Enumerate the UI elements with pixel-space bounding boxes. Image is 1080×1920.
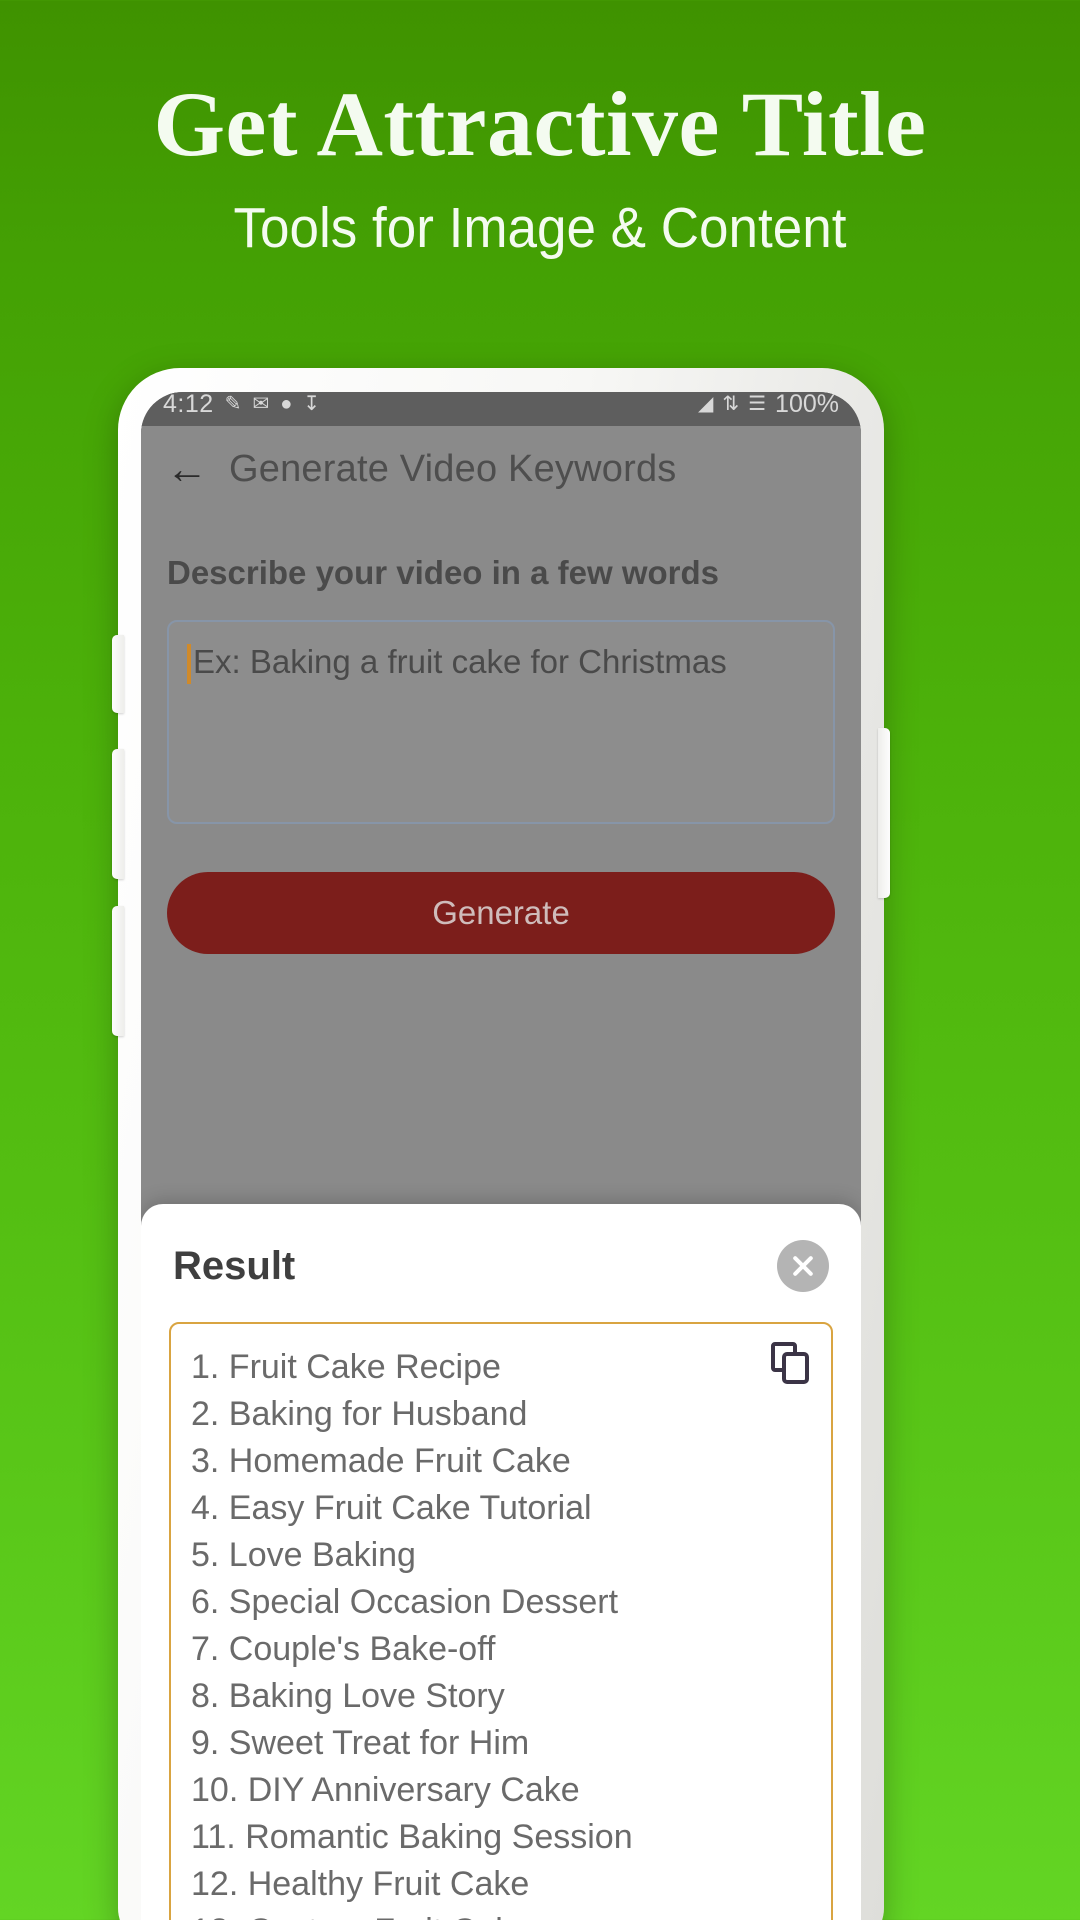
generate-button-label: Generate bbox=[432, 894, 570, 931]
phone-button-left-top[interactable] bbox=[112, 635, 124, 713]
dot-icon: ● bbox=[280, 393, 293, 415]
close-icon[interactable] bbox=[777, 1240, 829, 1292]
phone-screen: 4:12 ✎ ✉ ● ↧ ◢ ⇅ ☰ 100% ← Generate Video… bbox=[141, 392, 861, 1920]
status-bar-left: 4:12 ✎ ✉ ● ↧ bbox=[163, 392, 698, 424]
list-item: 12. Healthy Fruit Cake bbox=[191, 1865, 530, 1903]
list-item: 2. Baking for Husband bbox=[191, 1395, 528, 1433]
result-sheet: Result 1. Fruit Cake Recipe 2. Baking for… bbox=[141, 1204, 861, 1920]
result-list: 1. Fruit Cake Recipe 2. Baking for Husban… bbox=[191, 1344, 811, 1920]
download-icon: ↧ bbox=[303, 393, 321, 415]
phone-mockup: 4:12 ✎ ✉ ● ↧ ◢ ⇅ ☰ 100% ← Generate Video… bbox=[112, 368, 890, 1920]
mail-icon: ✉ bbox=[252, 393, 270, 415]
wifi-icon: ◢ bbox=[697, 393, 714, 415]
promo-header: Get Attractive Title Tools for Image & C… bbox=[0, 0, 1080, 257]
list-item: 3. Homemade Fruit Cake bbox=[191, 1442, 571, 1480]
battery-level: 100% bbox=[775, 392, 839, 418]
signal-icon: ☰ bbox=[748, 393, 767, 415]
describe-video-input[interactable]: Ex: Baking a fruit cake for Christmas bbox=[167, 620, 835, 824]
phone-volume-down-button[interactable] bbox=[112, 906, 124, 1036]
list-item: 10. DIY Anniversary Cake bbox=[191, 1771, 580, 1809]
status-clock: 4:12 bbox=[163, 392, 214, 418]
generate-button[interactable]: Generate bbox=[167, 872, 835, 954]
list-item: 5. Love Baking bbox=[191, 1536, 416, 1574]
describe-video-label: Describe your video in a few words bbox=[167, 554, 719, 591]
status-bar: 4:12 ✎ ✉ ● ↧ ◢ ⇅ ☰ 100% bbox=[141, 392, 861, 426]
list-item: 9. Sweet Treat for Him bbox=[191, 1724, 530, 1762]
list-item: 13. Custom Fruit Cake bbox=[191, 1908, 811, 1920]
text-caret bbox=[187, 644, 191, 684]
app-bar: ← Generate Video Keywords bbox=[141, 426, 861, 512]
list-item: 6. Special Occasion Dessert bbox=[191, 1583, 619, 1621]
list-item: 11. Romantic Baking Session bbox=[191, 1818, 633, 1856]
phone-power-button[interactable] bbox=[878, 728, 890, 898]
result-sheet-header: Result bbox=[169, 1234, 833, 1292]
describe-video-placeholder: Ex: Baking a fruit cake for Christmas bbox=[193, 643, 727, 680]
list-item: 4. Easy Fruit Cake Tutorial bbox=[191, 1489, 592, 1527]
list-item: 7. Couple's Bake-off bbox=[191, 1630, 496, 1668]
copy-icon[interactable] bbox=[771, 1342, 811, 1384]
list-item: 8. Baking Love Story bbox=[191, 1677, 505, 1715]
app-bar-title: Generate Video Keywords bbox=[229, 447, 677, 490]
edit-icon: ✎ bbox=[224, 393, 242, 415]
page-subtitle: Tools for Image & Content bbox=[233, 196, 847, 260]
result-card: 1. Fruit Cake Recipe 2. Baking for Husban… bbox=[169, 1322, 833, 1920]
result-title: Result bbox=[173, 1243, 296, 1288]
phone-volume-up-button[interactable] bbox=[112, 749, 124, 879]
back-arrow-icon[interactable]: ← bbox=[166, 448, 208, 490]
status-bar-right: ◢ ⇅ ☰ 100% bbox=[697, 392, 839, 424]
page-title: Get Attractive Title bbox=[153, 73, 927, 175]
list-item: 1. Fruit Cake Recipe bbox=[191, 1348, 501, 1386]
app-canvas: 4:12 ✎ ✉ ● ↧ ◢ ⇅ ☰ 100% ← Generate Video… bbox=[141, 392, 861, 1920]
data-transfer-icon: ⇅ bbox=[722, 393, 740, 415]
